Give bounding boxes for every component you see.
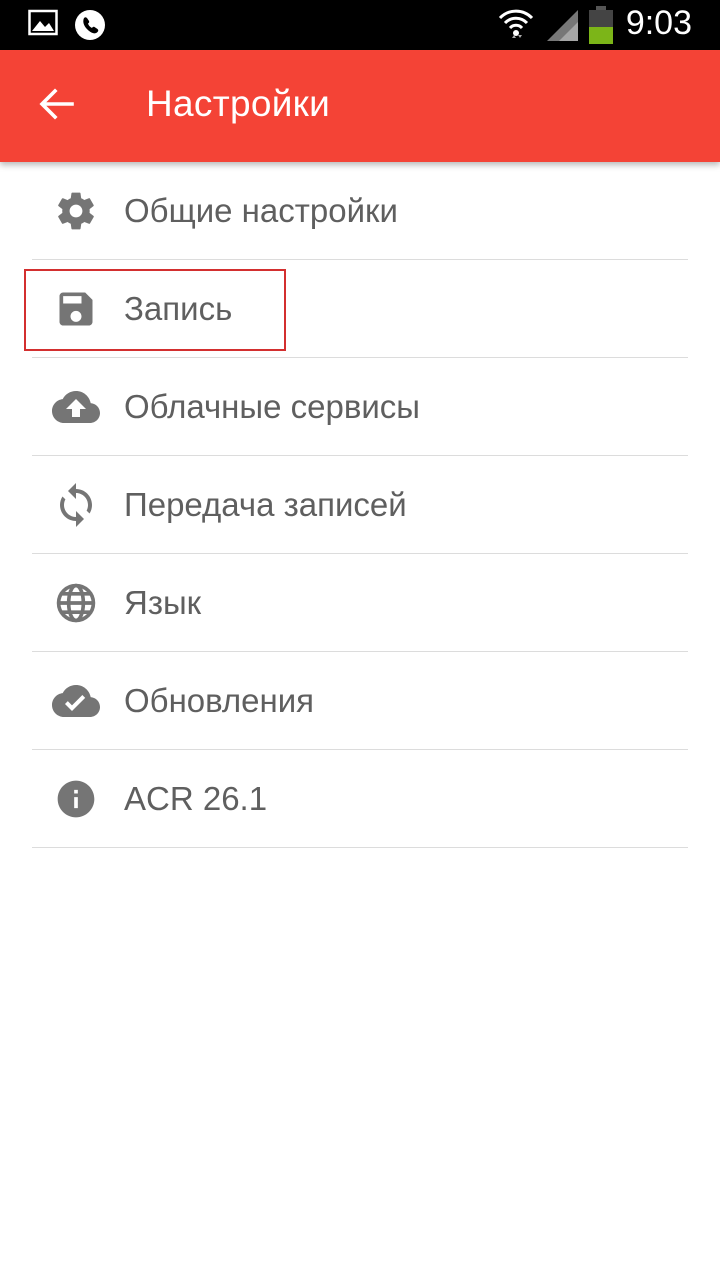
settings-item-label: Обновления	[124, 682, 315, 719]
settings-item-general[interactable]: Общие настройки	[32, 162, 688, 260]
save-icon	[52, 285, 100, 333]
wifi-icon	[498, 6, 534, 47]
settings-item-label: ACR 26.1	[124, 780, 268, 817]
cloud-check-icon	[52, 677, 100, 725]
settings-item-recording[interactable]: Запись	[32, 260, 688, 358]
phone-call-icon	[74, 9, 106, 46]
settings-item-label: Язык	[124, 584, 202, 621]
settings-item-updates[interactable]: Обновления	[32, 652, 688, 750]
sync-icon	[52, 481, 100, 529]
settings-item-label: Общие настройки	[124, 192, 398, 229]
app-toolbar: Настройки	[0, 50, 720, 162]
info-icon	[52, 775, 100, 823]
image-notification-icon	[28, 9, 58, 42]
arrow-back-icon	[38, 87, 74, 125]
gear-icon	[52, 187, 100, 235]
settings-item-transfer[interactable]: Передача записей	[32, 456, 688, 554]
back-button[interactable]	[28, 78, 84, 134]
status-time: 9:03	[625, 4, 692, 42]
globe-icon	[52, 579, 100, 627]
page-title: Настройки	[146, 83, 331, 124]
settings-item-label: Запись	[124, 290, 233, 327]
signal-icon	[545, 8, 579, 47]
settings-item-label: Передача записей	[124, 486, 407, 523]
settings-item-language[interactable]: Язык	[32, 554, 688, 652]
cloud-upload-icon	[52, 383, 100, 431]
settings-item-cloud[interactable]: Облачные сервисы	[32, 358, 688, 456]
settings-item-about[interactable]: ACR 26.1	[32, 750, 688, 848]
status-bar: 9:03	[0, 0, 720, 50]
settings-item-label: Облачные сервисы	[124, 388, 421, 425]
battery-icon	[588, 5, 614, 50]
settings-list: Общие настройки Запись Облачные сервисы …	[0, 162, 720, 848]
